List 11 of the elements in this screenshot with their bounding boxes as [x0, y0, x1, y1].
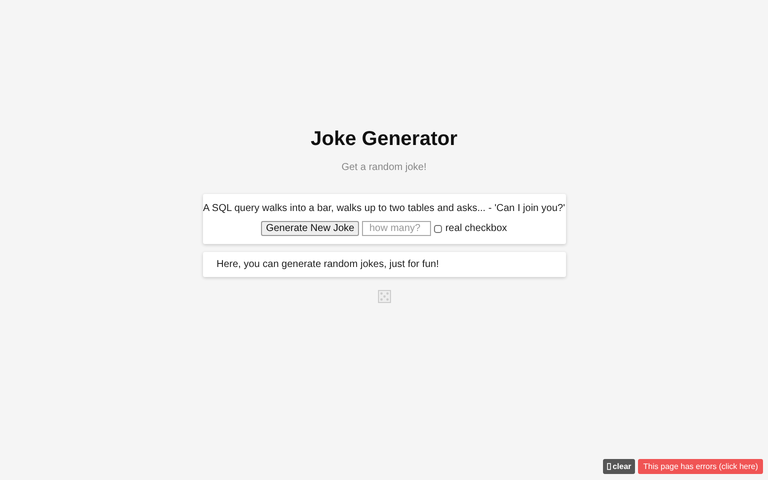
checkbox-label: real checkbox — [445, 223, 508, 234]
info-text: Here, you can generate random jokes, just for fun! — [216, 259, 439, 270]
checkbox[interactable] — [434, 224, 442, 232]
subtitle: Get a random joke! — [341, 162, 427, 173]
page-title: Joke Generator — [310, 128, 458, 151]
generate-button[interactable]: Generate New Joke — [260, 221, 360, 236]
clear-button[interactable]: clear — [602, 459, 636, 474]
count-field[interactable]: how many? — [362, 221, 432, 236]
dice-icon — [378, 290, 390, 303]
glyph-icon — [606, 463, 611, 470]
joke-text: A SQL query walks into a bar, walks up to two tables and asks... - 'Can I join you?' — [203, 203, 565, 214]
